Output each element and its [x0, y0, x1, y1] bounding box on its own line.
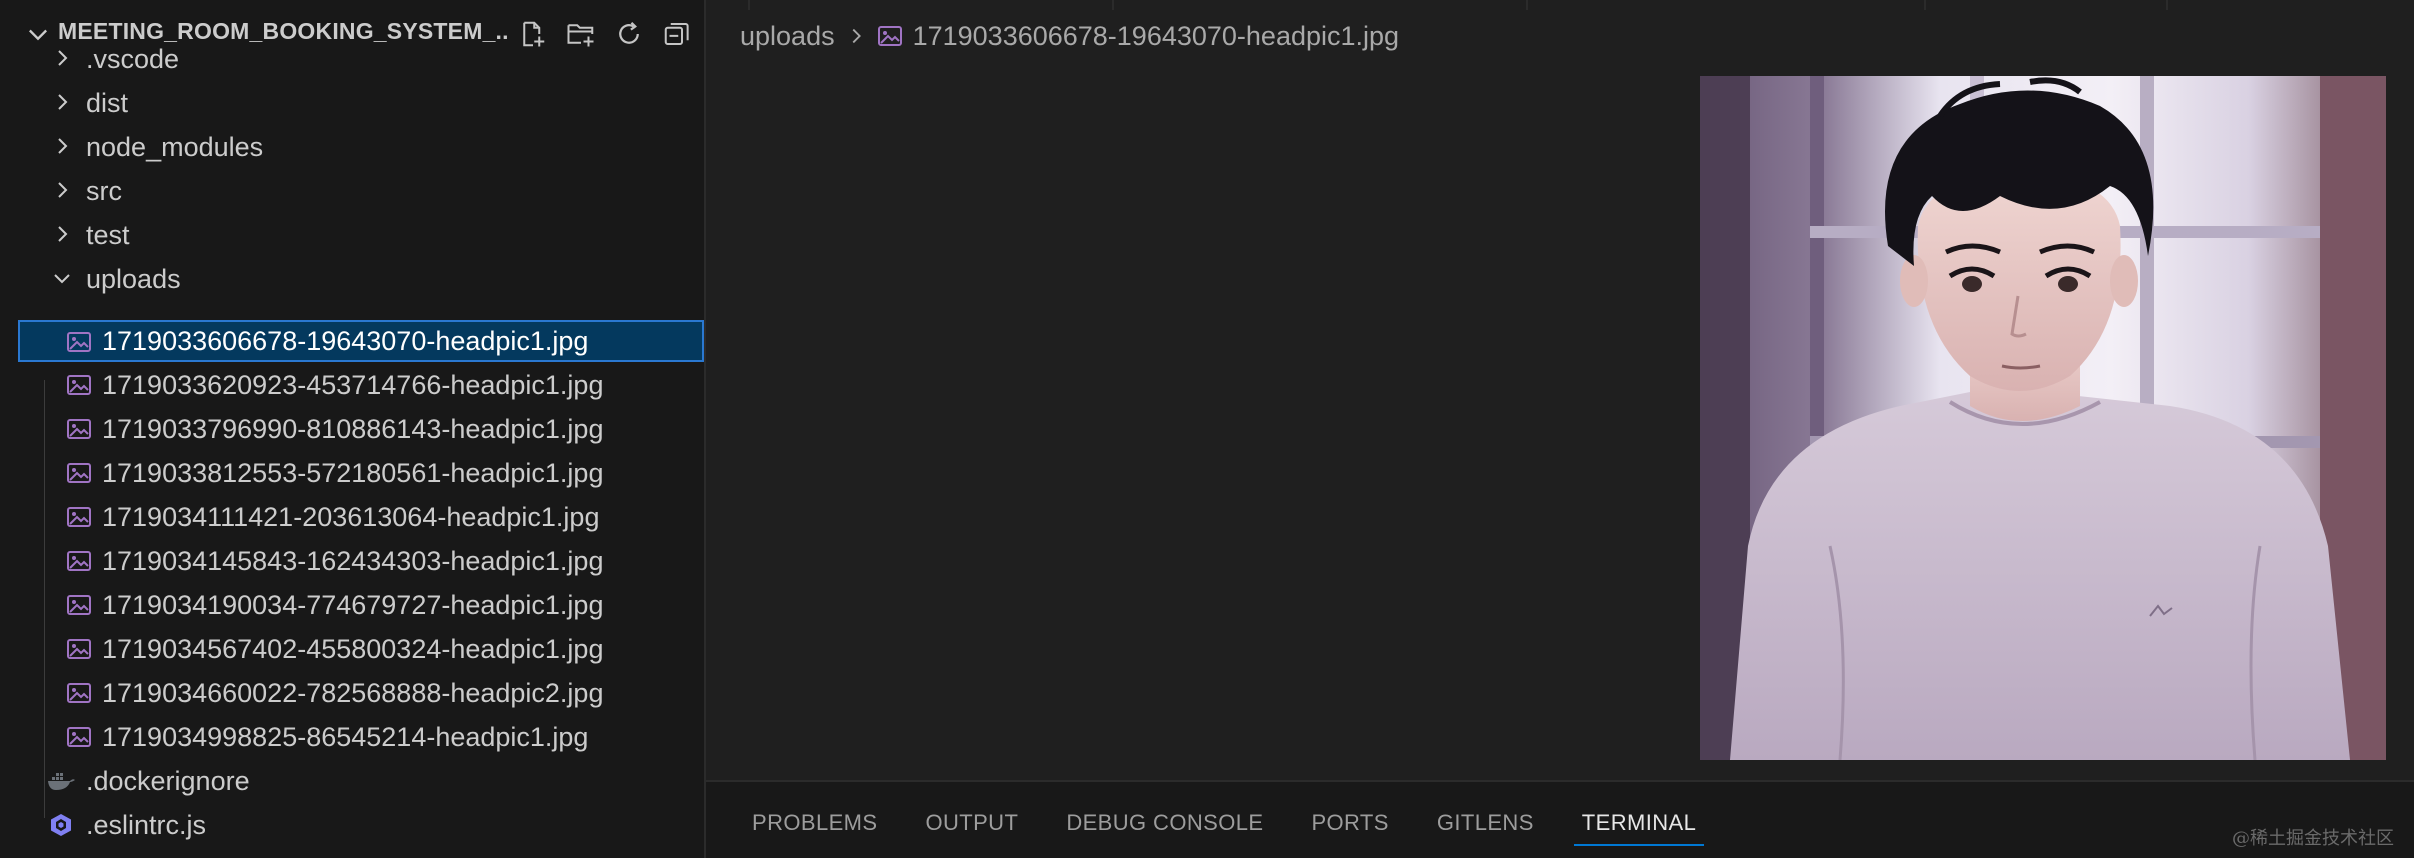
tree-item-label: test — [86, 220, 130, 250]
tree-item-image-file[interactable]: 1719034190034-774679727-headpic1.jpg — [18, 584, 704, 626]
bottom-panel: PROBLEMS OUTPUT DEBUG CONSOLE PORTS GITL… — [706, 780, 2414, 858]
breadcrumb-folder[interactable]: uploads — [740, 21, 835, 52]
eslint-icon — [51, 814, 71, 836]
tree-item-label: 1719033606678-19643070-headpic1.jpg — [102, 326, 589, 356]
image-file-icon — [67, 683, 91, 703]
chevron-down-icon — [54, 274, 70, 284]
tab-divider — [1112, 0, 1114, 10]
image-file-icon — [67, 551, 91, 571]
docker-icon — [48, 773, 75, 790]
tab-terminal[interactable]: TERMINAL — [1558, 806, 1720, 846]
tree-item-src-folder[interactable]: src — [18, 170, 704, 212]
image-file-icon — [67, 375, 91, 395]
breadcrumb: uploads 1719033606678-19643070-headpic1.… — [740, 16, 1399, 56]
panel-tabs: PROBLEMS OUTPUT DEBUG CONSOLE PORTS GITL… — [748, 806, 1720, 846]
image-file-icon — [67, 332, 91, 352]
tree-item-image-file[interactable]: 1719033620923-453714766-headpic1.jpg — [18, 364, 704, 406]
chevron-right-icon — [58, 182, 68, 198]
tree-item-label: 1719033812553-572180561-headpic1.jpg — [102, 458, 604, 488]
explorer-sidebar: MEETING_ROOM_BOOKING_SYSTEM_... .vscode … — [0, 0, 706, 858]
indent-guide — [44, 380, 45, 818]
tree-item-label: 1719034660022-782568888-headpic2.jpg — [102, 678, 604, 708]
tab-ports[interactable]: PORTS — [1287, 806, 1412, 846]
tree-item-image-file[interactable]: 1719034145843-162434303-headpic1.jpg — [18, 540, 704, 582]
tree-item-image-file[interactable]: 1719034660022-782568888-headpic2.jpg — [18, 672, 704, 714]
tab-debug-console[interactable]: DEBUG CONSOLE — [1042, 806, 1287, 846]
tree-item-dockerignore-file[interactable]: .dockerignore — [18, 760, 704, 802]
tree-item-image-file[interactable]: 1719033796990-810886143-headpic1.jpg — [18, 408, 704, 450]
tree-item-label: 1719034998825-86545214-headpic1.jpg — [102, 722, 589, 752]
tab-divider — [1526, 0, 1528, 10]
tab-strip — [706, 0, 2414, 10]
anime-portrait-image — [1700, 76, 2386, 760]
chevron-right-icon — [58, 94, 68, 110]
breadcrumb-file[interactable]: 1719033606678-19643070-headpic1.jpg — [913, 21, 1399, 52]
tree-item-label: uploads — [86, 264, 181, 294]
chevron-right-icon — [58, 226, 68, 242]
image-file-icon — [67, 463, 91, 483]
tree-item-image-file[interactable]: 1719034567402-455800324-headpic1.jpg — [18, 628, 704, 670]
tab-divider — [2166, 0, 2168, 10]
tree-item-label: 1719034111421-203613064-headpic1.jpg — [102, 502, 600, 532]
image-preview — [1700, 76, 2386, 760]
watermark: @稀土掘金技术社区 — [2232, 828, 2394, 849]
chevron-right-icon — [58, 50, 68, 66]
image-file-icon — [67, 595, 91, 615]
vscode-window: MEETING_ROOM_BOOKING_SYSTEM_... .vscode … — [0, 0, 2414, 858]
tree-item-label: 1719034190034-774679727-headpic1.jpg — [102, 590, 604, 620]
chevron-right-icon — [845, 25, 867, 47]
tab-output[interactable]: OUTPUT — [901, 806, 1042, 846]
tree-item-label: node_modules — [86, 132, 264, 162]
tree-item-image-file[interactable]: 1719034998825-86545214-headpic1.jpg — [18, 716, 704, 758]
tree-item-node-modules-folder[interactable]: node_modules — [18, 126, 704, 168]
tree-item-label: 1719033620923-453714766-headpic1.jpg — [102, 370, 604, 400]
tab-gitlens[interactable]: GITLENS — [1413, 806, 1558, 846]
editor-area: uploads 1719033606678-19643070-headpic1.… — [706, 0, 2414, 780]
tree-item-dist-folder[interactable]: dist — [18, 82, 704, 124]
image-file-icon — [67, 507, 91, 527]
tree-item-label: .dockerignore — [86, 766, 250, 796]
tree-item-test-folder[interactable]: test — [18, 214, 704, 256]
tree-item-label: src — [86, 176, 122, 206]
image-file-icon — [67, 639, 91, 659]
tree-item-label: 1719033796990-810886143-headpic1.jpg — [102, 414, 604, 444]
tree-item-label: dist — [86, 88, 129, 118]
tree-item-label: 1719034567402-455800324-headpic1.jpg — [102, 634, 604, 664]
tree-item-label: .vscode — [86, 44, 180, 74]
tab-divider — [748, 0, 750, 10]
image-file-icon — [67, 727, 91, 747]
tree-item-vscode-folder[interactable]: .vscode — [18, 38, 704, 80]
tree-item-image-file[interactable]: 1719033606678-19643070-headpic1.jpg — [18, 320, 704, 362]
image-file-icon — [67, 419, 91, 439]
tab-divider — [1924, 0, 1926, 10]
chevron-right-icon — [58, 138, 68, 154]
tab-problems[interactable]: PROBLEMS — [748, 806, 901, 846]
image-file-icon — [877, 24, 903, 48]
tree-item-label: .eslintrc.js — [86, 810, 207, 840]
tree-item-uploads-folder[interactable]: uploads — [18, 258, 704, 300]
tree-item-label: 1719034145843-162434303-headpic1.jpg — [102, 546, 604, 576]
tree-item-image-file[interactable]: 1719034111421-203613064-headpic1.jpg — [18, 496, 704, 538]
tree-item-image-file[interactable]: 1719033812553-572180561-headpic1.jpg — [18, 452, 704, 494]
tree-item-eslintrc-file[interactable]: .eslintrc.js — [18, 804, 704, 846]
